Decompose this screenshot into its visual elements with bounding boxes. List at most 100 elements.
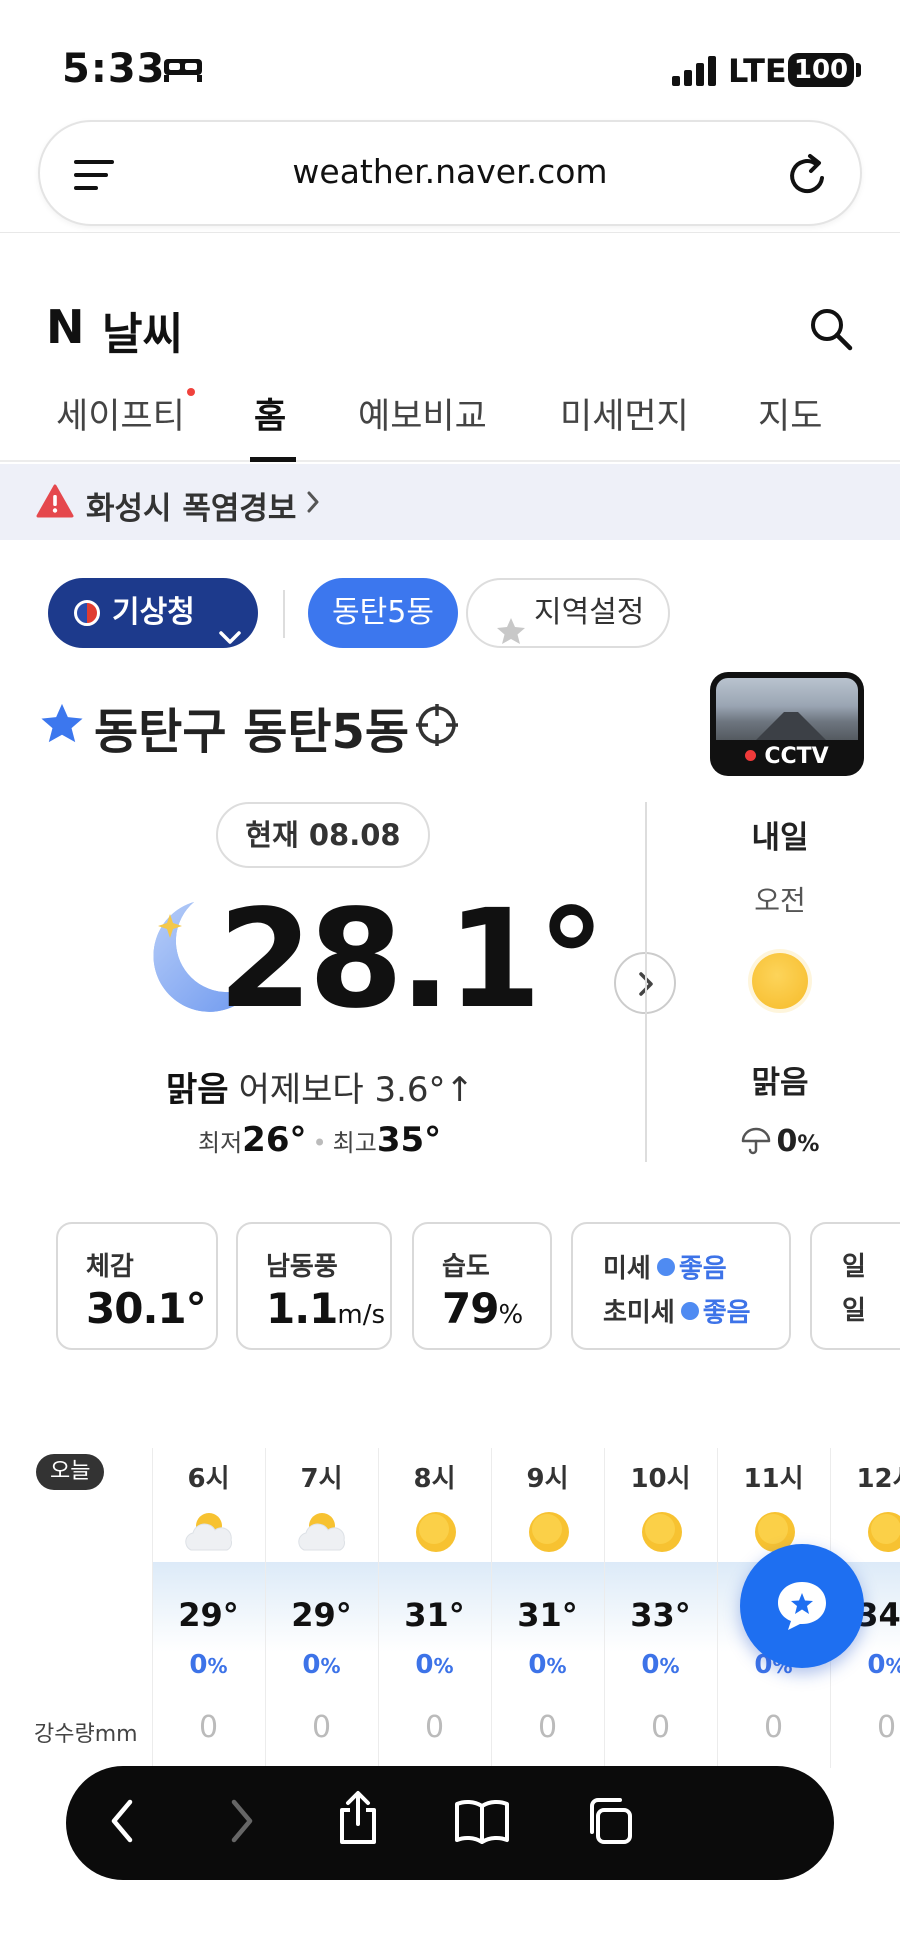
hour-rainfall: 0 xyxy=(311,1710,332,1745)
hour-rainfall: 0 xyxy=(537,1710,558,1745)
tab-fine-dust[interactable]: 미세먼지 xyxy=(560,388,689,439)
favorite-star-icon[interactable] xyxy=(40,702,84,748)
new-dot-icon xyxy=(186,388,195,396)
tomorrow-precip: 0% xyxy=(700,1124,860,1159)
sun-icon xyxy=(864,1508,900,1560)
alert-text: 화성시 폭염경보 xyxy=(86,491,297,527)
divider xyxy=(645,802,647,1162)
cctv-thumbnail[interactable]: CCTV xyxy=(710,672,864,776)
wind-card[interactable]: 남동풍 1.1m/s xyxy=(236,1222,392,1350)
chat-star-icon xyxy=(778,1582,826,1630)
hour-temperature: 31° xyxy=(404,1596,465,1634)
wind-speed: 1.1m/s xyxy=(266,1284,385,1333)
location-name: 동탄구 동탄5동 xyxy=(94,704,410,760)
weather-alert-banner[interactable]: 화성시 폭염경보 xyxy=(0,464,900,540)
reload-icon[interactable] xyxy=(786,150,830,202)
recording-dot-icon xyxy=(745,750,757,761)
tomorrow-period: 오전 xyxy=(754,884,806,917)
main-tabs: 세이프티 홈 예보비교 미세먼지 지도 xyxy=(0,380,900,462)
region-settings-label: 지역설정 xyxy=(534,595,645,630)
hour-rainfall: 0 xyxy=(763,1710,784,1745)
region-settings-button[interactable]: 지역설정 xyxy=(466,578,670,648)
uv-line2: 일 xyxy=(842,1296,866,1326)
tabs-icon[interactable] xyxy=(584,1796,634,1850)
hour-time: 6시 xyxy=(187,1464,230,1494)
pm25-row: 초미세 좋음 xyxy=(603,1292,751,1329)
cctv-text: CCTV xyxy=(764,744,829,769)
tomorrow-condition: 맑음 xyxy=(751,1065,809,1101)
pm10-status: 좋음 xyxy=(678,1254,727,1284)
wind-speed-unit: m/s xyxy=(337,1300,386,1330)
humidity-number: 79 xyxy=(442,1284,499,1333)
tab-safety[interactable]: 세이프티 xyxy=(56,388,195,439)
status-dot-icon xyxy=(680,1302,699,1320)
min-max-temperature: 최저26° • 최고35° xyxy=(198,1120,442,1160)
humidity-label: 습도 xyxy=(442,1252,490,1282)
hour-time: 11시 xyxy=(743,1464,804,1494)
active-tab-indicator xyxy=(250,457,296,462)
fine-dust-card[interactable]: 미세 좋음 초미세 좋음 xyxy=(571,1222,791,1350)
forward-icon[interactable] xyxy=(228,1796,256,1850)
current-time-pill: 현재 08.08 xyxy=(216,802,430,868)
chip-divider xyxy=(283,590,285,638)
hour-temperature: 29° xyxy=(178,1596,239,1634)
uv-card-partial[interactable]: 일 일 xyxy=(810,1222,900,1350)
cctv-image xyxy=(716,678,858,740)
wind-speed-value: 1.1 xyxy=(266,1284,338,1333)
hour-column: 7시 29° 0% 0 xyxy=(265,1448,377,1768)
hour-column: 8시 31° 0% 0 xyxy=(378,1448,490,1768)
hour-rainfall: 0 xyxy=(424,1710,445,1745)
sun-icon xyxy=(525,1508,573,1560)
search-icon[interactable] xyxy=(808,306,854,356)
hour-precip-unit: % xyxy=(886,1654,900,1678)
sun-icon xyxy=(638,1508,686,1560)
hour-precip-value: 0 xyxy=(528,1650,547,1680)
feels-like-card[interactable]: 체감 30.1° xyxy=(56,1222,218,1350)
tab-label: 세이프티 xyxy=(56,397,185,437)
uv-line1: 일 xyxy=(842,1252,866,1282)
back-icon[interactable] xyxy=(108,1796,136,1850)
share-icon[interactable] xyxy=(336,1790,380,1850)
tomorrow-title: 내일 xyxy=(751,820,809,856)
address-bar[interactable]: weather.naver.com xyxy=(38,120,862,226)
hour-precip-unit: % xyxy=(659,1654,680,1678)
pm25-status: 좋음 xyxy=(702,1298,751,1328)
hour-rainfall: 0 xyxy=(198,1710,219,1745)
battery-level: 100 xyxy=(788,53,854,87)
partly-cloudy-icon xyxy=(181,1508,237,1560)
provider-select[interactable]: 기상청 xyxy=(48,578,258,648)
humidity-card[interactable]: 습도 79% xyxy=(412,1222,552,1350)
chevron-down-icon xyxy=(218,602,242,672)
hour-rainfall: 0 xyxy=(876,1710,897,1745)
browser-toolbar xyxy=(66,1766,834,1880)
tab-map[interactable]: 지도 xyxy=(758,388,822,439)
tab-home[interactable]: 홈 xyxy=(254,388,286,439)
hour-precip-unit: % xyxy=(207,1654,228,1678)
chatbot-button[interactable] xyxy=(740,1544,864,1668)
current-condition: 맑음 xyxy=(166,1070,229,1110)
chevron-right-icon xyxy=(306,490,320,518)
tab-forecast-compare[interactable]: 예보비교 xyxy=(358,388,487,439)
hour-precip-unit: % xyxy=(546,1654,567,1678)
min-temperature: 26° xyxy=(242,1120,307,1160)
signal-icon xyxy=(672,56,718,90)
provider-label: 기상청 xyxy=(112,595,195,630)
pm25-label: 초미세 xyxy=(603,1298,675,1328)
hour-precip-chance: 0% xyxy=(153,1650,264,1680)
humidity-unit: % xyxy=(498,1300,524,1330)
status-bar: 5:33 LTE 100 xyxy=(0,0,900,118)
current-location-icon[interactable] xyxy=(414,702,460,752)
umbrella-icon xyxy=(741,1127,770,1155)
warning-icon xyxy=(36,484,74,522)
naver-logo: N xyxy=(46,300,85,354)
bookmarks-icon[interactable] xyxy=(454,1798,510,1848)
hour-precip-unit: % xyxy=(320,1654,341,1678)
pm10-row: 미세 좋음 xyxy=(603,1248,727,1285)
hour-temperature: 31° xyxy=(517,1596,578,1634)
hour-column: 10시 33° 0% 0 xyxy=(604,1448,716,1768)
hour-precip-value: 0 xyxy=(302,1650,321,1680)
location-chip[interactable]: 동탄5동 xyxy=(308,578,458,648)
url-text[interactable]: weather.naver.com xyxy=(40,152,860,191)
rainfall-label: 강수량mm xyxy=(34,1722,138,1747)
tomorrow-forecast[interactable]: 내일 오전 맑음 0% xyxy=(700,812,860,1159)
